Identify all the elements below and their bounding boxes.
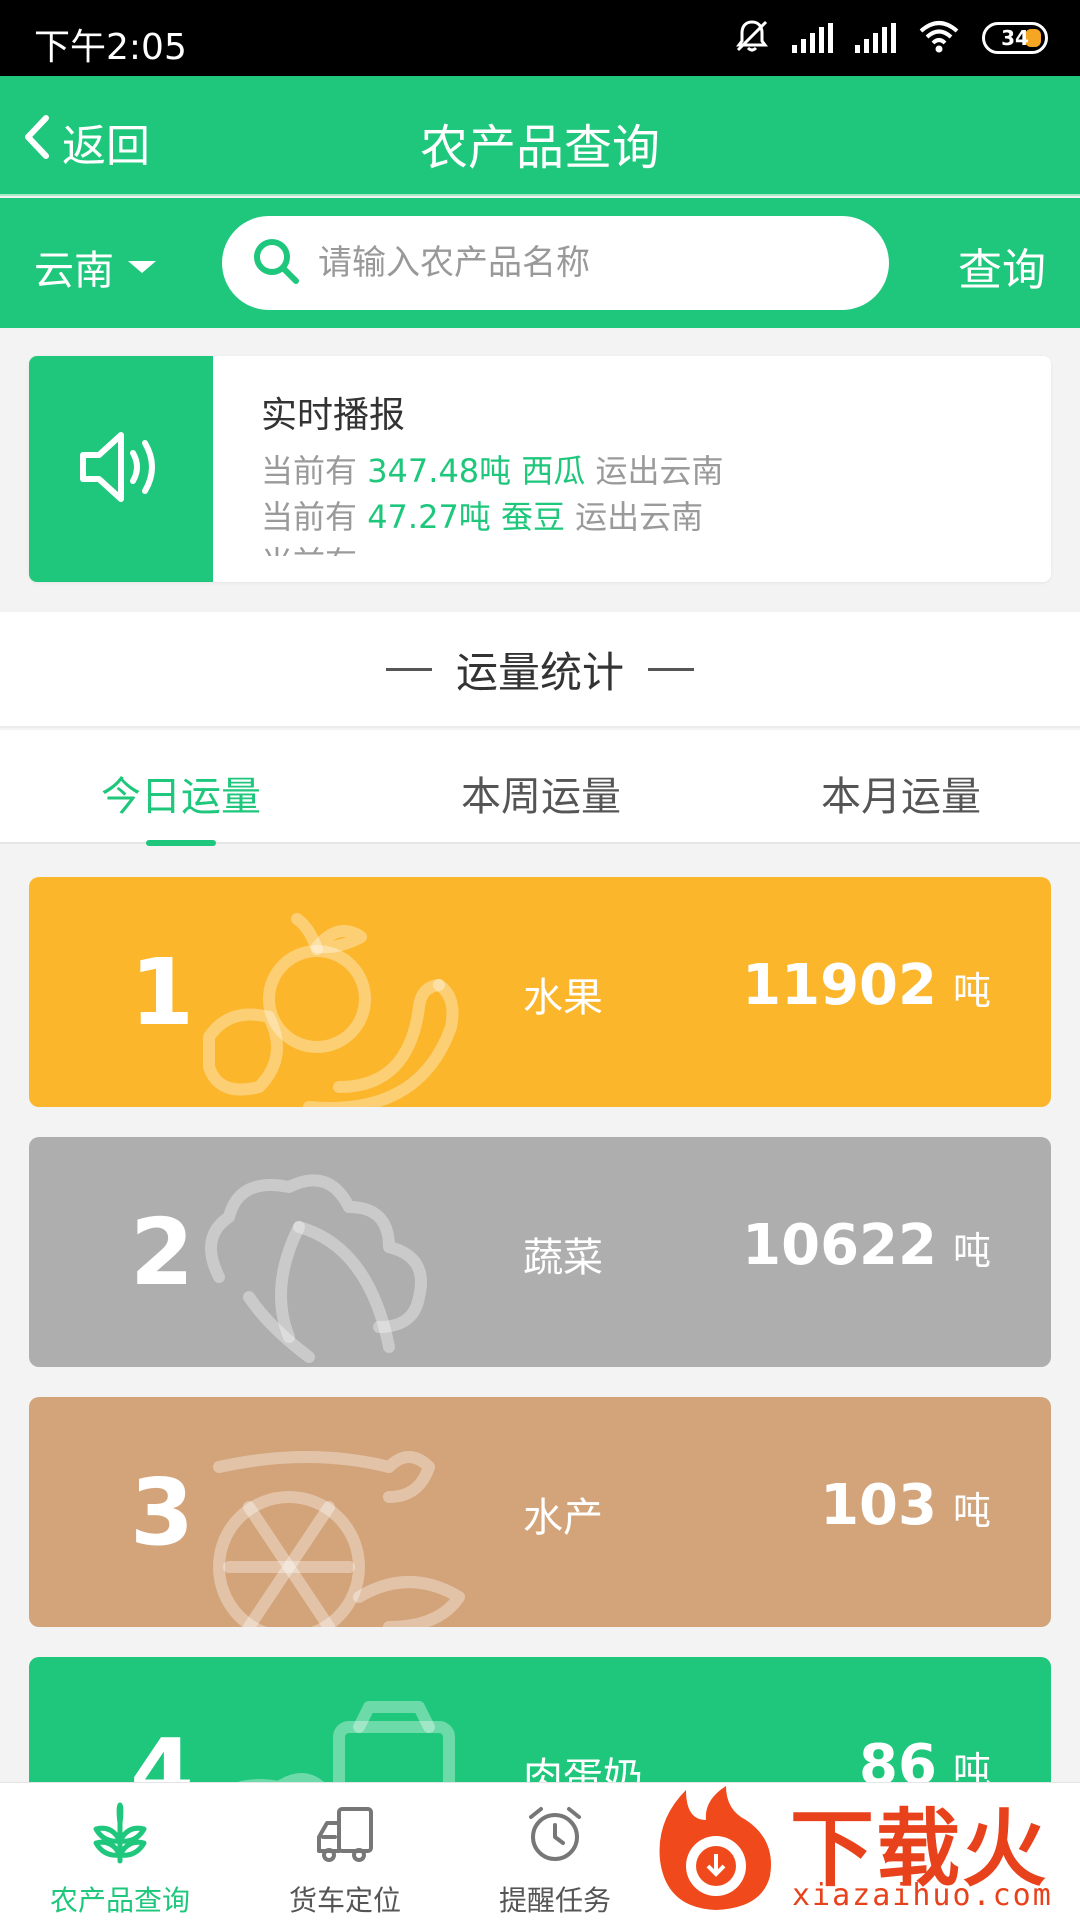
watermark-url: xiazaihuo.com <box>792 1878 1053 1913</box>
category-card-vegetable[interactable]: 2 蔬菜 10622 吨 <box>29 1137 1051 1367</box>
watermark: 下载火 xiazaihuo.com <box>640 1770 1080 1920</box>
nav-item-truck-location[interactable]: 货车定位 <box>245 1797 445 1919</box>
active-tab-indicator <box>146 840 216 846</box>
fruit-icon <box>189 887 489 1107</box>
divider <box>648 667 694 671</box>
broadcast-card: 实时播报 当前有 347.48吨 西瓜 运出云南 当前有 47.27吨 蚕豆 运… <box>29 356 1051 582</box>
nav-label: 提醒任务 <box>498 1884 611 1917</box>
card-rank: 3 <box>129 1459 194 1566</box>
card-name: 水产 <box>523 1495 603 1541</box>
card-unit: 吨 <box>952 1489 991 1533</box>
stats-title: 运量统计 <box>455 647 624 697</box>
status-bar: 下午2:05 34 <box>0 0 1080 76</box>
status-icons: 34 <box>734 16 1048 60</box>
category-card-fruit[interactable]: 1 水果 11902 吨 <box>29 877 1051 1107</box>
mute-alarm-icon <box>734 18 770 58</box>
speaker-icon <box>73 419 169 519</box>
broadcast-line: 当前有 347.48吨 西瓜 运出云南 <box>261 448 1021 494</box>
card-amount: 10622 吨 <box>742 1213 991 1278</box>
signal-icon-2 <box>855 23 896 53</box>
tab-today[interactable]: 今日运量 <box>31 764 331 822</box>
region-dropdown[interactable]: 云南 <box>34 238 156 296</box>
line-prefix: 当前有 <box>261 452 358 490</box>
card-name: 水果 <box>523 975 603 1021</box>
flame-logo-icon <box>646 1780 786 1920</box>
tab-month[interactable]: 本月运量 <box>751 764 1051 822</box>
broadcast-line: 当前有 47.27吨 蚕豆 运出云南 <box>261 494 1021 540</box>
tab-week[interactable]: 本周运量 <box>391 764 691 822</box>
line-amount: 347.48吨 <box>367 452 512 490</box>
card-unit: 吨 <box>952 1229 991 1273</box>
nav-label: 货车定位 <box>288 1884 401 1917</box>
vegetable-icon <box>189 1147 489 1367</box>
card-amount: 11902 吨 <box>742 953 991 1018</box>
page-title: 农产品查询 <box>419 120 660 176</box>
truck-icon <box>245 1797 445 1869</box>
search-bar: 云南 查询 <box>0 198 1080 328</box>
region-label: 云南 <box>34 248 114 294</box>
card-value: 103 <box>820 1473 937 1538</box>
broadcast-title: 实时播报 <box>261 395 406 436</box>
category-card-aquatic[interactable]: 3 水产 103 吨 <box>29 1397 1051 1627</box>
wifi-icon <box>918 19 960 57</box>
query-button[interactable]: 查询 <box>958 234 1046 298</box>
line-prefix: 当前有 <box>261 498 358 536</box>
broadcast-lines: 当前有 347.48吨 西瓜 运出云南 当前有 47.27吨 蚕豆 运出云南 当… <box>261 448 1021 556</box>
line-suffix: 运出云南 <box>575 498 704 536</box>
card-value: 11902 <box>742 953 937 1018</box>
card-rank: 1 <box>129 939 194 1046</box>
search-icon <box>250 235 302 291</box>
line-amount: 47.27吨 <box>367 498 491 536</box>
card-amount: 103 吨 <box>820 1473 991 1538</box>
line-product: 蚕豆 <box>500 498 565 536</box>
broadcast-icon-box <box>29 356 213 582</box>
nav-bar: 返回 农产品查询 <box>0 76 1080 196</box>
nav-label: 农产品查询 <box>49 1884 190 1917</box>
line-suffix: 运出云南 <box>595 452 724 490</box>
signal-icon <box>792 23 833 53</box>
sprout-icon <box>20 1797 220 1869</box>
period-tabs: 今日运量 本周运量 本月运量 <box>0 730 1080 846</box>
search-box <box>222 216 889 310</box>
card-unit: 吨 <box>952 969 991 1013</box>
card-value: 10622 <box>742 1213 937 1278</box>
line-prefix: 当前有 <box>261 544 357 556</box>
line-product: 西瓜 <box>521 452 586 490</box>
battery-level-text: 34 <box>1001 26 1029 50</box>
alarm-clock-icon <box>455 1797 655 1869</box>
caret-down-icon <box>128 261 156 273</box>
search-input[interactable] <box>318 243 858 283</box>
card-rank: 2 <box>129 1199 194 1306</box>
status-time: 下午2:05 <box>34 27 187 68</box>
stats-header: 运量统计 <box>0 612 1080 728</box>
nav-item-product-query[interactable]: 农产品查询 <box>20 1797 220 1919</box>
broadcast-line: 当前有 <box>261 540 1021 556</box>
shrimp-icon <box>189 1407 489 1627</box>
card-name: 蔬菜 <box>523 1235 603 1281</box>
nav-item-reminder-task[interactable]: 提醒任务 <box>455 1797 655 1919</box>
battery-icon: 34 <box>982 22 1048 54</box>
divider <box>385 667 432 671</box>
